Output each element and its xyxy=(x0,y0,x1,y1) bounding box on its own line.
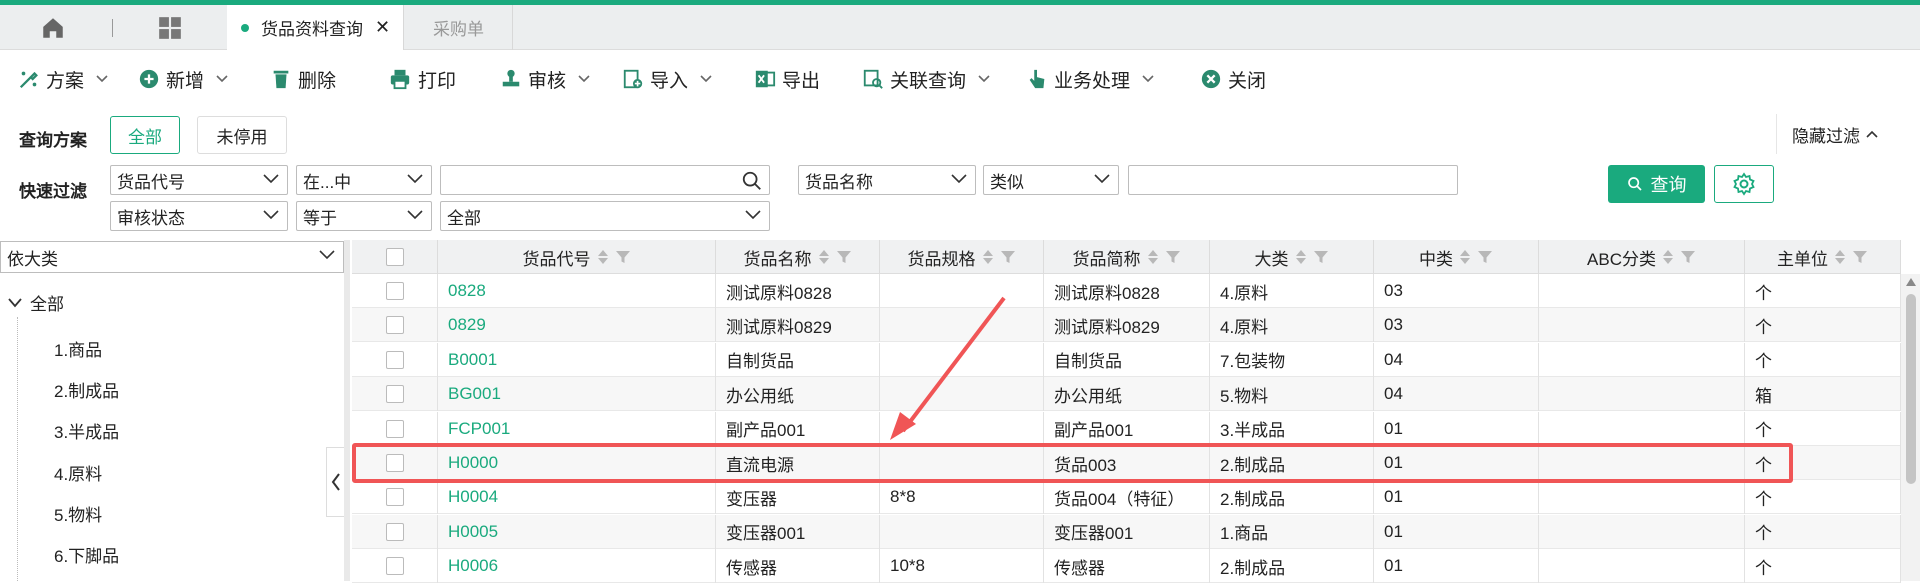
annotation-arrow xyxy=(890,296,1006,440)
